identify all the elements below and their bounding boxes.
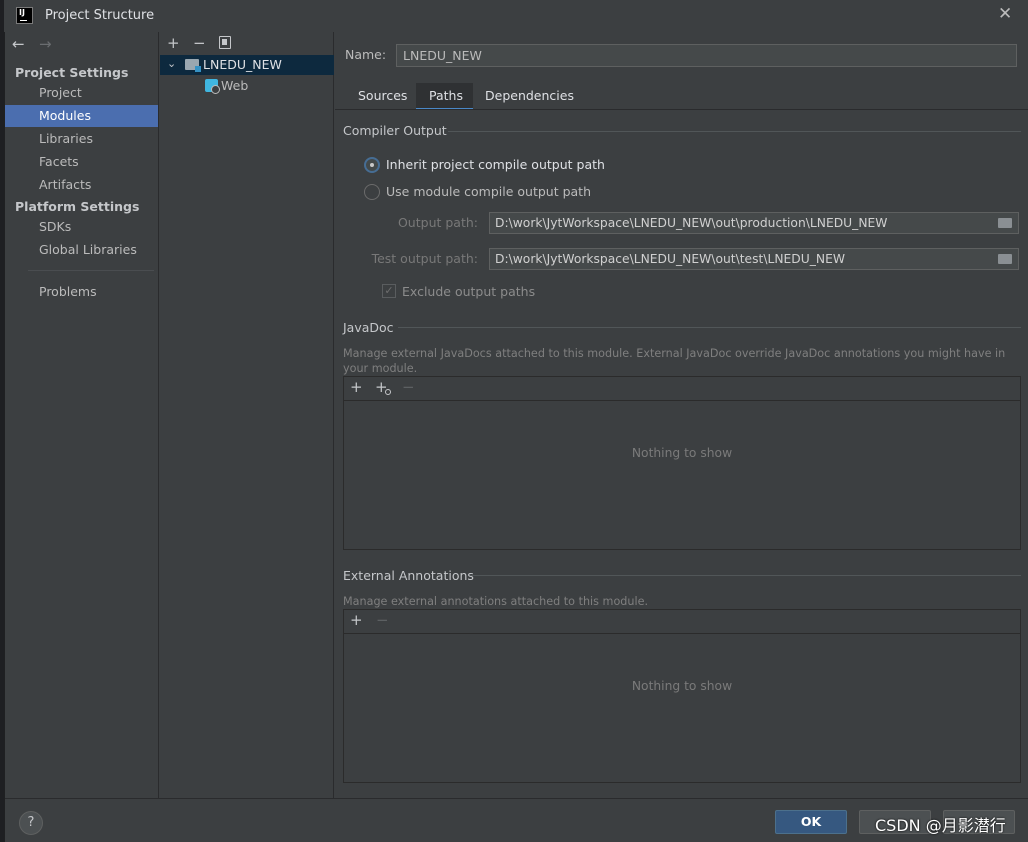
javadoc-toolbar (344, 377, 1020, 401)
watermark: CSDN @月影潜行 (875, 816, 1006, 835)
url-globe-icon (385, 389, 391, 395)
external-annotations-toolbar (344, 610, 1020, 634)
sidebar-item-project[interactable]: Project (5, 82, 158, 104)
tree-root-label[interactable]: LNEDU_NEW (203, 57, 282, 72)
sidebar-item-libraries[interactable]: Libraries (5, 128, 158, 150)
name-label: Name: (345, 47, 387, 62)
tab-sources[interactable]: Sources (358, 87, 407, 109)
tree-child-label[interactable]: Web (221, 78, 248, 93)
external-annotations-description: Manage external annotations attached to … (343, 595, 649, 608)
inherit-output-radio[interactable] (364, 157, 380, 173)
javadoc-title: JavaDoc (343, 320, 394, 335)
compiler-output-title: Compiler Output (343, 123, 447, 138)
sidebar-item-modules[interactable]: Modules (5, 105, 158, 127)
section-project-settings: Project Settings (15, 65, 129, 80)
sidebar-item-problems[interactable]: Problems (5, 281, 158, 303)
tab-divider (335, 109, 1028, 110)
javadoc-description: Manage external JavaDocs attached to thi… (343, 347, 1006, 375)
external-annotations-empty-text: Nothing to show (631, 679, 733, 693)
javadoc-table[interactable] (343, 376, 1021, 550)
compiler-output-divider (448, 131, 1021, 132)
ok-button[interactable]: OK (775, 810, 847, 834)
external-annotations-divider (470, 575, 1021, 576)
copy-icon[interactable] (219, 36, 231, 49)
test-output-path-label: Test output path: (371, 251, 478, 266)
output-path-field[interactable]: D:\work\JytWorkspace\LNEDU_NEW\out\produ… (489, 212, 1019, 234)
remove-javadoc-icon[interactable]: − (402, 378, 415, 396)
title-bar (4, 0, 1028, 32)
chevron-down-icon[interactable]: ⌄ (167, 57, 176, 70)
sidebar-item-artifacts[interactable]: Artifacts (5, 174, 158, 196)
sidebar-divider (28, 270, 154, 271)
module-tree-panel (160, 32, 334, 798)
close-icon[interactable]: ✕ (998, 4, 1012, 24)
back-arrow-icon[interactable]: ← (12, 35, 25, 53)
browse-folder-icon[interactable] (998, 254, 1012, 264)
exclude-output-label[interactable]: Exclude output paths (402, 284, 535, 299)
web-facet-icon (205, 79, 220, 94)
tab-dependencies[interactable]: Dependencies (485, 87, 574, 109)
output-path-label: Output path: (397, 215, 478, 230)
exclude-output-checkbox[interactable]: ✓ (382, 284, 396, 298)
browse-folder-icon[interactable] (998, 218, 1012, 228)
module-output-label[interactable]: Use module compile output path (386, 184, 591, 199)
add-module-icon[interactable]: + (167, 34, 180, 52)
javadoc-divider (398, 327, 1021, 328)
tab-paths[interactable]: Paths (429, 87, 463, 109)
module-folder-icon (185, 59, 201, 72)
module-output-radio[interactable] (364, 184, 380, 200)
test-output-path-field[interactable]: D:\work\JytWorkspace\LNEDU_NEW\out\test\… (489, 248, 1019, 270)
section-platform-settings: Platform Settings (15, 199, 140, 214)
sidebar-item-sdks[interactable]: SDKs (5, 216, 158, 238)
remove-annotation-icon[interactable]: − (376, 611, 389, 629)
forward-arrow-icon[interactable]: → (39, 35, 52, 53)
javadoc-empty-text: Nothing to show (631, 446, 733, 460)
module-name-input[interactable]: LNEDU_NEW (396, 44, 1017, 67)
add-javadoc-icon[interactable]: + (350, 378, 363, 396)
inherit-output-label[interactable]: Inherit project compile output path (386, 157, 605, 172)
sidebar-item-facets[interactable]: Facets (5, 151, 158, 173)
external-annotations-title: External Annotations (343, 568, 474, 583)
window-title: Project Structure (45, 8, 155, 23)
sidebar-item-global-libraries[interactable]: Global Libraries (5, 239, 158, 261)
help-button[interactable]: ? (19, 811, 43, 835)
external-annotations-table[interactable] (343, 609, 1021, 783)
intellij-app-icon: IJ (16, 7, 33, 24)
remove-module-icon[interactable]: − (193, 34, 206, 52)
add-annotation-icon[interactable]: + (350, 611, 363, 629)
